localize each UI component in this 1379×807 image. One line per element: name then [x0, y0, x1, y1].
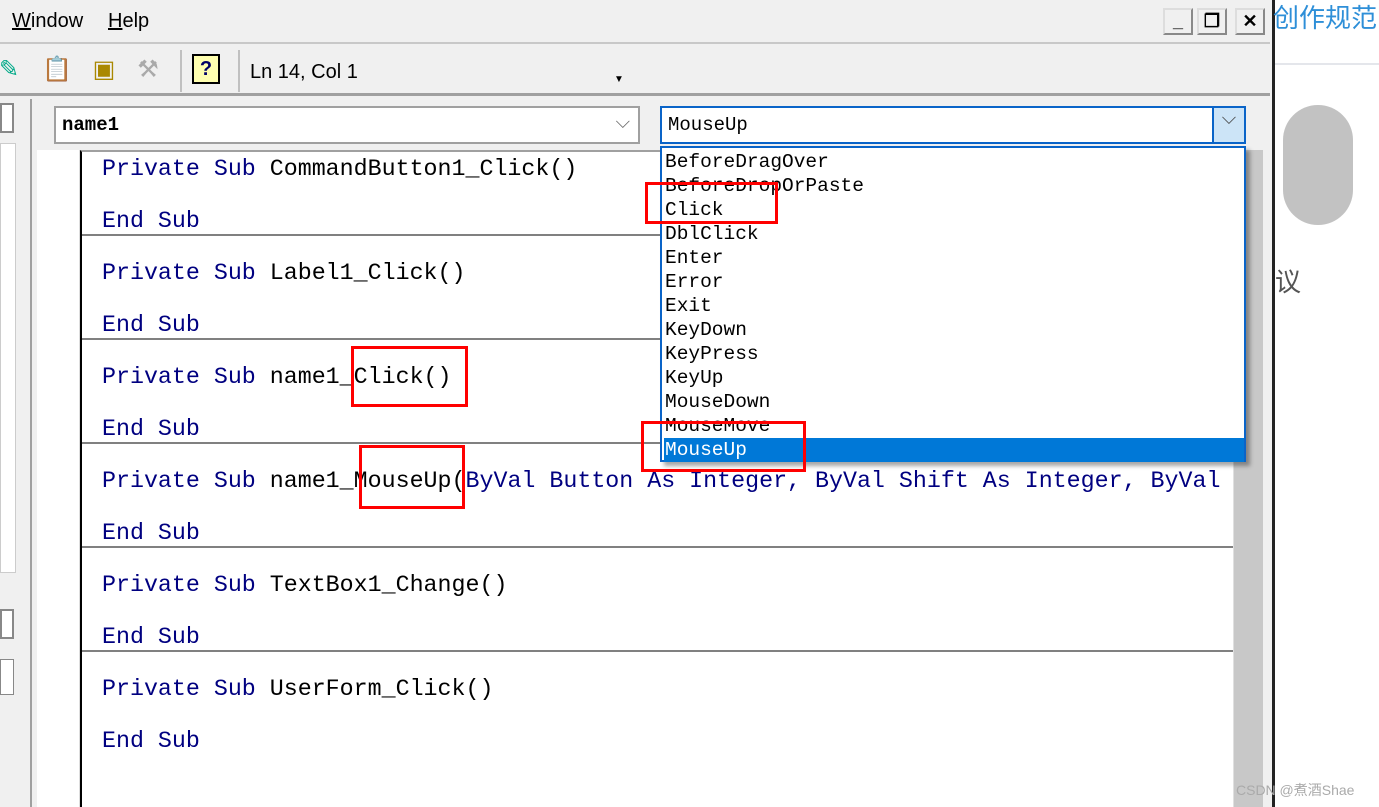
parameters: ByVal Button As Integer, ByVal Shift As …	[465, 468, 1221, 494]
procedure-name: UserForm_Click()	[269, 676, 494, 702]
end-sub[interactable]: End Sub	[102, 312, 200, 338]
project-panel	[0, 99, 32, 807]
toolbar-overflow-icon[interactable]: ▼	[614, 74, 624, 85]
procedure-combo-value: MouseUp	[668, 114, 748, 136]
mascot-avatar	[1283, 105, 1353, 225]
procedure-separator	[82, 650, 1233, 652]
project-tree[interactable]	[0, 143, 16, 573]
cursor-position-status: Ln 14, Col 1	[250, 61, 358, 83]
menu-window[interactable]: Window	[12, 10, 83, 33]
margin-indicator-bar	[37, 150, 80, 807]
dropdown-option[interactable]: KeyUp	[664, 366, 1244, 390]
dropdown-option[interactable]: KeyPress	[664, 342, 1244, 366]
page-heading[interactable]: 创作规范	[1273, 0, 1377, 35]
watermark: CSDN @煮酒Shae	[1236, 782, 1355, 798]
procedure-declaration[interactable]: Private Sub Label1_Click()	[102, 260, 466, 286]
keyword: Private Sub	[102, 156, 270, 182]
toolbox-icon[interactable]: ▣	[87, 54, 121, 86]
highlight-box	[359, 445, 465, 509]
highlight-box	[351, 346, 468, 407]
properties-icon[interactable]: 📋	[40, 54, 74, 86]
procedure-name: CommandButton1_Click()	[269, 156, 578, 182]
toolbar-separator	[238, 50, 240, 92]
highlight-box	[645, 182, 778, 224]
object-browser-icon[interactable]: ✎	[0, 54, 26, 86]
panel-close-button[interactable]	[0, 103, 14, 133]
tools-icon[interactable]: ⚒	[131, 54, 165, 86]
end-sub[interactable]: End Sub	[102, 208, 200, 234]
help-icon[interactable]: ?	[192, 54, 220, 84]
dropdown-option[interactable]: Exit	[664, 294, 1244, 318]
end-sub[interactable]: End Sub	[102, 416, 200, 442]
keyword: Private Sub	[102, 572, 270, 598]
background-webpage: 创作规范 议	[1272, 0, 1379, 807]
object-combo-value: name1	[62, 114, 120, 136]
menu-help[interactable]: Help	[108, 10, 149, 33]
procedure-name: Label1_Click()	[269, 260, 466, 286]
dropdown-option[interactable]: Error	[664, 270, 1244, 294]
object-combo[interactable]: name1 ⌵	[54, 106, 640, 144]
procedure-separator	[82, 546, 1233, 548]
menu-bar: Window Help _ ❐ ✕	[0, 0, 1270, 44]
menu-label: Window	[12, 10, 84, 32]
dropdown-option[interactable]: MouseDown	[664, 390, 1244, 414]
toolbar-separator	[180, 50, 182, 92]
restore-button[interactable]: ❐	[1197, 8, 1227, 35]
dropdown-option[interactable]: BeforeDragOver	[664, 150, 1244, 174]
end-sub[interactable]: End Sub	[102, 728, 200, 754]
chevron-down-icon[interactable]: ⌵	[1212, 108, 1244, 142]
panel-close-button[interactable]	[0, 609, 14, 639]
end-sub[interactable]: End Sub	[102, 624, 200, 650]
properties-combo[interactable]	[0, 659, 14, 695]
dropdown-option[interactable]: KeyDown	[664, 318, 1244, 342]
minimize-button[interactable]: _	[1163, 8, 1193, 35]
close-button[interactable]: ✕	[1235, 8, 1265, 35]
procedure-declaration[interactable]: Private Sub TextBox1_Change()	[102, 572, 507, 598]
dropdown-option[interactable]: Enter	[664, 246, 1244, 270]
keyword: Private Sub	[102, 676, 270, 702]
end-sub[interactable]: End Sub	[102, 520, 200, 546]
menu-label: Help	[108, 10, 150, 32]
divider	[1275, 63, 1379, 65]
procedure-name: TextBox1_Change()	[269, 572, 508, 598]
keyword: Private Sub	[102, 260, 270, 286]
page-text: 议	[1275, 267, 1302, 297]
procedure-combo[interactable]: MouseUp ⌵	[660, 106, 1246, 144]
chevron-down-icon: ⌵	[615, 112, 630, 134]
toolbar: ✎ 📋 ▣ ⚒ ? Ln 14, Col 1 ▼	[0, 46, 1270, 96]
keyword: Private Sub	[102, 364, 270, 390]
dropdown-option[interactable]: DblClick	[664, 222, 1244, 246]
procedure-declaration[interactable]: Private Sub UserForm_Click()	[102, 676, 493, 702]
keyword: Private Sub	[102, 468, 270, 494]
highlight-box	[641, 421, 806, 472]
procedure-declaration[interactable]: Private Sub CommandButton1_Click()	[102, 156, 577, 182]
